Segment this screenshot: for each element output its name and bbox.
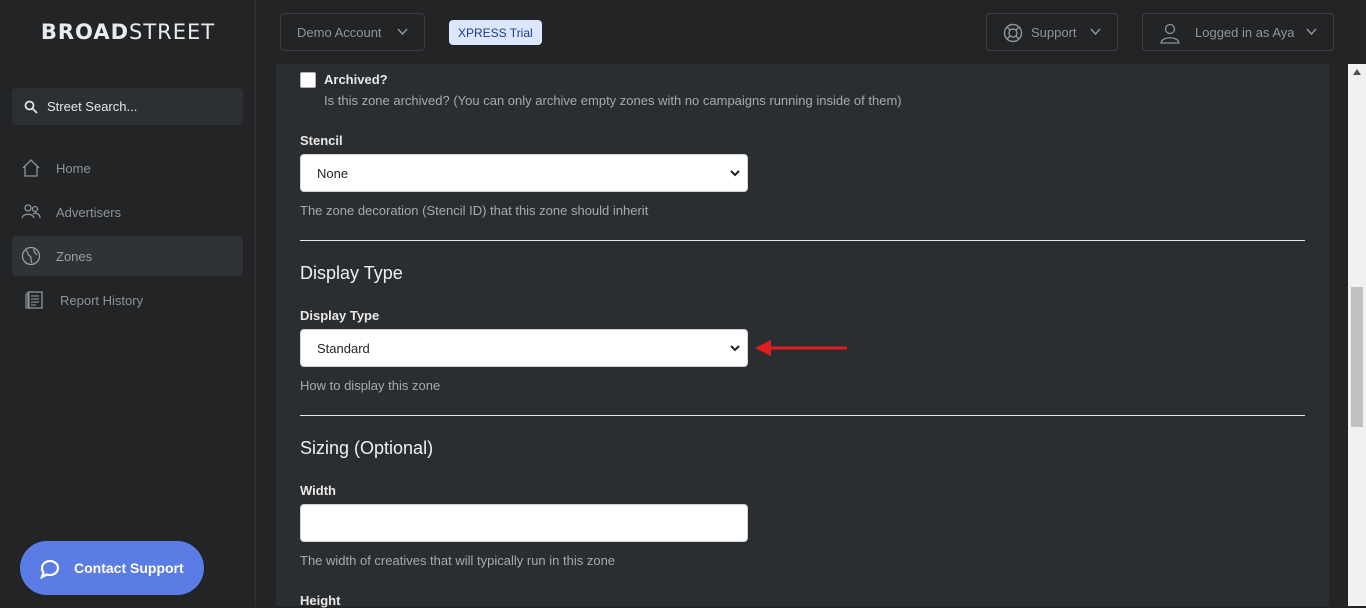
trial-badge: XPRESS Trial — [449, 20, 542, 45]
sidebar-item-advertisers[interactable]: Advertisers — [12, 192, 243, 232]
user-menu[interactable]: Logged in as Aya — [1142, 13, 1334, 51]
report-icon — [24, 289, 46, 311]
sidebar-item-home[interactable]: Home — [12, 148, 243, 188]
sidebar-item-label: Report History — [60, 292, 144, 308]
chevron-down-icon — [1090, 28, 1101, 36]
display-type-help: How to display this zone — [300, 378, 441, 393]
search-icon — [24, 100, 38, 114]
width-input[interactable] — [300, 504, 748, 542]
divider — [300, 415, 1305, 416]
sidebar: BROADSTREET Street Search... Home Advert… — [0, 0, 256, 606]
chat-icon — [40, 559, 60, 580]
users-icon — [20, 201, 42, 223]
display-type-label: Display Type — [300, 308, 380, 323]
sidebar-item-label: Advertisers — [56, 204, 122, 220]
account-label: Demo Account — [297, 24, 382, 40]
archived-help: Is this zone archived? (You can only arc… — [324, 93, 902, 108]
stencil-help: The zone decoration (Stencil ID) that th… — [300, 203, 649, 218]
annotation-arrow — [755, 340, 847, 356]
display-type-select[interactable]: Standard — [300, 329, 748, 367]
brand-logo[interactable]: BROADSTREET — [0, 20, 256, 44]
chevron-down-icon — [397, 28, 408, 36]
chevron-down-icon — [1306, 28, 1317, 36]
account-dropdown[interactable]: Demo Account — [280, 13, 425, 51]
contact-support-label: Contact Support — [74, 560, 184, 576]
user-icon — [1160, 23, 1180, 44]
chevron-down-icon — [730, 170, 740, 177]
sidebar-item-label: Zones — [56, 248, 93, 264]
street-search[interactable]: Street Search... — [12, 88, 243, 125]
display-type-heading: Display Type — [300, 263, 403, 283]
chevron-down-icon — [730, 345, 740, 352]
sidebar-item-report-history[interactable]: Report History — [12, 280, 243, 320]
stencil-label: Stencil — [300, 133, 343, 148]
contact-support-button[interactable]: Contact Support — [20, 541, 204, 595]
display-type-value: Standard — [317, 340, 370, 356]
archived-checkbox[interactable] — [300, 72, 316, 88]
globe-icon — [20, 245, 42, 267]
scrollbar-thumb[interactable] — [1351, 287, 1363, 427]
support-label: Support — [1031, 24, 1077, 40]
sidebar-item-zones[interactable]: Zones — [12, 236, 243, 276]
width-help: The width of creatives that will typical… — [300, 553, 616, 568]
sidebar-item-label: Home — [56, 160, 91, 176]
sizing-heading: Sizing (Optional) — [300, 438, 434, 458]
stencil-value: None — [317, 165, 349, 181]
divider — [300, 240, 1305, 241]
stencil-select[interactable]: None — [300, 154, 748, 192]
home-icon — [20, 157, 42, 179]
scroll-up-arrow-icon — [1353, 69, 1361, 75]
archived-label: Archived? — [324, 72, 388, 87]
support-dropdown[interactable]: Support — [986, 13, 1118, 51]
user-label: Logged in as Aya — [1195, 24, 1295, 40]
width-label: Width — [300, 483, 336, 498]
lifebuoy-icon — [1003, 23, 1023, 43]
search-placeholder: Street Search... — [47, 99, 138, 114]
